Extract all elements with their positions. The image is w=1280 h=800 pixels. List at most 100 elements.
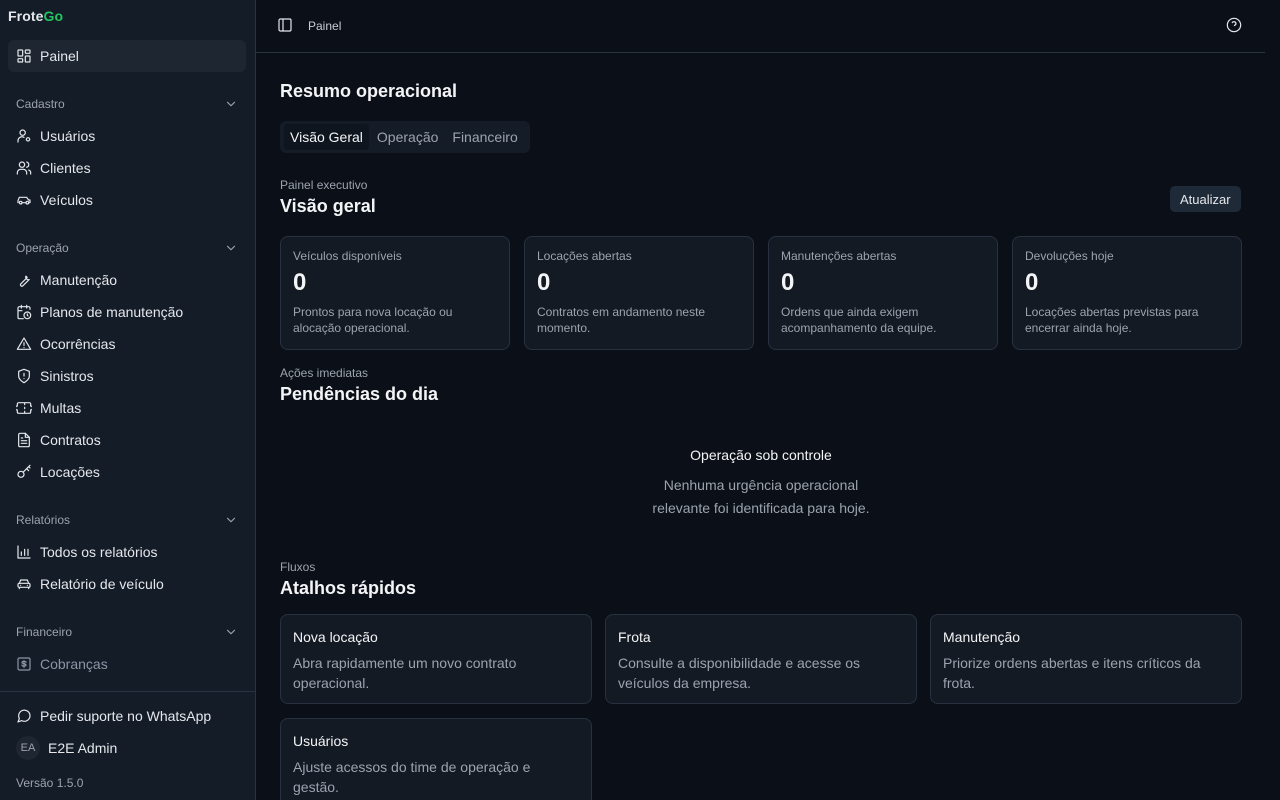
avatar: EA	[16, 736, 40, 760]
stat-card-devolucoes-hoje: Devoluções hoje 0 Locações abertas previ…	[1012, 236, 1242, 350]
shortcut-frota[interactable]: Frota Consulte a disponibilidade e acess…	[605, 614, 917, 704]
tab-list: Visão Geral Operação Financeiro	[280, 121, 530, 153]
sidebar-item-relatorio-veiculo[interactable]: Relatório de veículo	[8, 568, 246, 600]
group-label: Financeiro	[16, 625, 73, 639]
dashboard-icon	[17, 49, 31, 63]
sidebar-item-label: Multas	[40, 400, 82, 416]
group-financeiro[interactable]: Financeiro	[8, 616, 246, 648]
sidebar-item-label: Planos de manutenção	[40, 304, 184, 320]
brand-logo[interactable]: FroteGo	[8, 8, 63, 24]
stat-label: Devoluções hoje	[1025, 249, 1114, 263]
shortcut-nova-locacao[interactable]: Nova locação Abra rapidamente um novo co…	[280, 614, 592, 704]
stat-card-locacoes-abertas: Locações abertas 0 Contratos em andament…	[524, 236, 754, 350]
breadcrumb[interactable]: Painel	[308, 19, 341, 33]
bar-chart-icon	[17, 545, 31, 559]
stat-description: Prontos para nova locação ou alocação op…	[293, 304, 453, 335]
group-cadastro[interactable]: Cadastro	[8, 88, 246, 120]
sidebar-item-usuarios[interactable]: Usuários	[8, 120, 246, 152]
refresh-button[interactable]: Atualizar	[1170, 186, 1241, 212]
group-operacao[interactable]: Operação	[8, 232, 246, 264]
sidebar-item-todos-relatorios[interactable]: Todos os relatórios	[8, 536, 246, 568]
support-label: Pedir suporte no WhatsApp	[40, 708, 212, 724]
shortcut-description: Consulte a disponibilidade e acesse os v…	[618, 655, 861, 691]
group-label: Operação	[16, 241, 69, 255]
stat-value: 0	[537, 269, 551, 296]
stat-description: Locações abertas previstas para encerrar…	[1025, 304, 1199, 335]
empty-state-title: Operação sob controle	[690, 447, 832, 463]
sidebar-item-label: Painel	[40, 48, 79, 64]
stat-card-veiculos-disponiveis: Veículos disponíveis 0 Prontos para nova…	[280, 236, 510, 350]
group-relatorios[interactable]: Relatórios	[8, 504, 246, 536]
shortcut-title: Manutenção	[943, 629, 1021, 645]
tab-financeiro[interactable]: Financeiro	[446, 124, 523, 150]
topbar: Painel	[256, 0, 1265, 53]
panel-left-icon	[278, 18, 292, 32]
shortcut-title: Frota	[618, 629, 651, 645]
message-circle-icon	[17, 709, 31, 723]
stat-card-manutencoes-abertas: Manutenções abertas 0 Ordens que ainda e…	[768, 236, 998, 350]
sidebar-item-veiculos[interactable]: Veículos	[8, 184, 246, 216]
sidebar-item-sinistros[interactable]: Sinistros	[8, 360, 246, 392]
stat-value: 0	[781, 269, 795, 296]
sidebar-item-manutencao[interactable]: Manutenção	[8, 264, 246, 296]
sidebar-item-label: Relatório de veículo	[40, 576, 164, 592]
sidebar-item-label: Sinistros	[40, 368, 94, 384]
help-button[interactable]	[1226, 17, 1244, 35]
chevron-down-icon	[226, 245, 236, 251]
sidebar-item-label: Clientes	[40, 160, 91, 176]
stat-label: Locações abertas	[537, 249, 632, 263]
shortcut-title: Usuários	[293, 733, 349, 749]
overview-eyebrow: Painel executivo	[280, 178, 368, 192]
car-front-icon	[17, 579, 31, 590]
sidebar-item-locacoes[interactable]: Locações	[8, 456, 246, 488]
shortcut-title: Nova locação	[293, 629, 378, 645]
stat-value: 0	[293, 269, 307, 296]
page-scrollbar[interactable]	[1265, 0, 1280, 800]
file-text-icon	[18, 432, 30, 448]
sidebar-item-cobrancas[interactable]: Cobranças	[8, 648, 246, 680]
help-circle-icon	[1226, 17, 1242, 33]
app-version: Versão 1.5.0	[16, 776, 84, 790]
chevron-down-icon	[226, 517, 236, 523]
sidebar-item-painel[interactable]: Painel	[8, 40, 246, 72]
shortcut-description: Ajuste acessos do time de operação e ges…	[293, 759, 531, 795]
shortcuts-eyebrow: Fluxos	[280, 560, 316, 574]
shortcut-manutencao[interactable]: Manutenção Priorize ordens abertas e ite…	[930, 614, 1242, 704]
tab-visao-geral[interactable]: Visão Geral	[284, 124, 369, 150]
sidebar-item-contratos[interactable]: Contratos	[8, 424, 246, 456]
page-title: Resumo operacional	[280, 81, 458, 101]
user-cog-icon	[17, 129, 31, 143]
sidebar-toggle-button[interactable]	[277, 17, 295, 35]
sidebar-divider	[0, 691, 255, 692]
brand-part-2: Go	[43, 8, 64, 24]
user-menu[interactable]: EA E2E Admin	[8, 732, 246, 764]
stat-value: 0	[1025, 269, 1039, 296]
shortcuts-title: Atalhos rápidos	[280, 578, 417, 598]
sidebar-item-multas[interactable]: Multas	[8, 392, 246, 424]
users-icon	[16, 161, 32, 175]
tab-operacao[interactable]: Operação	[371, 124, 444, 150]
whatsapp-support-button[interactable]: Pedir suporte no WhatsApp	[8, 700, 246, 732]
shortcut-usuarios[interactable]: Usuários Ajuste acessos do time de opera…	[280, 718, 592, 800]
chevron-down-icon	[226, 629, 236, 635]
group-label: Cadastro	[16, 97, 65, 111]
sidebar-item-ocorrencias[interactable]: Ocorrências	[8, 328, 246, 360]
chevron-down-icon	[226, 101, 236, 107]
sidebar-item-label: Ocorrências	[40, 336, 116, 352]
brand-part-1: Frote	[8, 8, 44, 24]
user-name: E2E Admin	[48, 740, 118, 756]
pending-title: Pendências do dia	[280, 384, 439, 404]
alert-triangle-icon	[16, 337, 32, 350]
shortcut-description: Priorize ordens abertas e itens críticos…	[943, 655, 1201, 691]
overview-title: Visão geral	[280, 196, 376, 216]
sidebar-item-clientes[interactable]: Clientes	[8, 152, 246, 184]
stat-label: Manutenções abertas	[781, 249, 897, 263]
sidebar-item-label: Usuários	[40, 128, 96, 144]
sidebar-item-label: Manutenção	[40, 272, 118, 288]
stat-description: Contratos em andamento neste momento.	[537, 304, 706, 335]
pending-eyebrow: Ações imediatas	[280, 366, 369, 380]
sidebar-item-planos-manutencao[interactable]: Planos de manutenção	[8, 296, 246, 328]
stat-description: Ordens que ainda exigem acompanhamento d…	[781, 304, 937, 335]
sidebar: FroteGo Painel Cadastro Usuários Cliente…	[0, 0, 256, 800]
sidebar-item-label: Todos os relatórios	[40, 544, 158, 560]
